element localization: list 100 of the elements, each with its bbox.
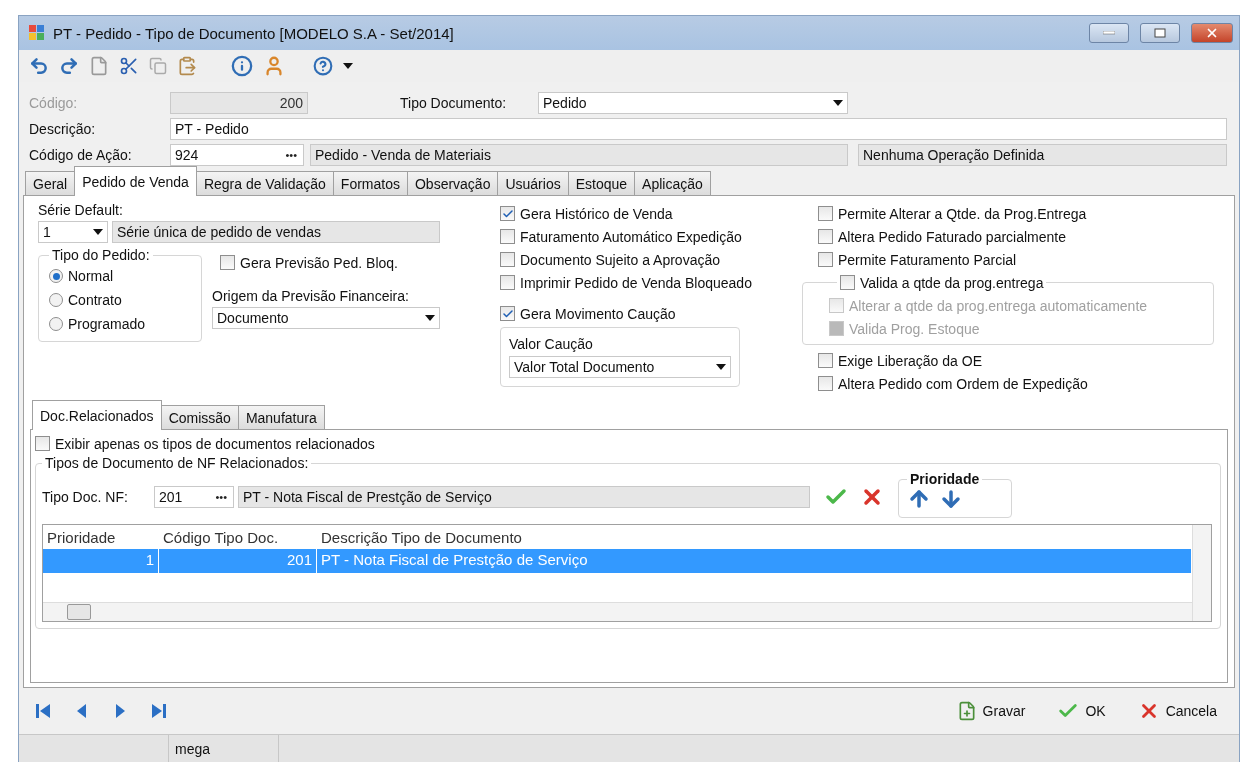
field-label: Tipo Documento: xyxy=(400,95,508,111)
operation-field: Nenhuma Operação Definida xyxy=(858,144,1227,166)
tab[interactable]: Pedido de Venda xyxy=(74,166,197,196)
radio-button[interactable] xyxy=(49,293,63,307)
close-button[interactable] xyxy=(1191,23,1233,43)
checkbox-label: Permite Alterar a Qtde. da Prog.Entrega xyxy=(838,205,1087,222)
maximize-icon xyxy=(1154,28,1166,38)
column-header[interactable]: Código Tipo Doc. xyxy=(159,525,317,549)
checkbox[interactable] xyxy=(840,275,855,290)
column-header[interactable]: Descrição Tipo de Documento xyxy=(317,525,1192,549)
field-label: Tipo Doc. NF: xyxy=(42,489,129,505)
tab[interactable]: Usuários xyxy=(497,171,569,196)
checkbox[interactable] xyxy=(500,206,515,221)
checkbox-label: Exibir apenas os tipos de documentos relacionados xyxy=(55,435,375,452)
maximize-button[interactable] xyxy=(1140,23,1180,43)
checkbox[interactable] xyxy=(500,229,515,244)
vertical-scrollbar[interactable] xyxy=(1192,525,1211,621)
field-label: Série Default: xyxy=(38,202,124,218)
tab[interactable]: Observação xyxy=(406,171,499,196)
series-description-field: Série única de pedido de vendas xyxy=(112,221,440,243)
nf-description-field: PT - Nota Fiscal de Prestção de Serviço xyxy=(238,486,810,508)
undo-icon[interactable] xyxy=(29,56,49,76)
field-label: Código de Ação: xyxy=(29,147,133,163)
action-description-field: Pedido - Venda de Materiais xyxy=(310,144,848,166)
horizontal-scrollbar[interactable] xyxy=(43,602,1192,621)
nf-type-field[interactable]: 201 ••• xyxy=(154,486,234,508)
field-label: Origem da Previsão Financeira: xyxy=(212,288,410,304)
caret-icon[interactable] xyxy=(343,63,353,69)
cancel-button[interactable]: Cancela xyxy=(1131,696,1223,726)
action-code-field[interactable]: 924 ••• xyxy=(170,144,304,166)
column-header[interactable]: Prioridade xyxy=(43,525,159,549)
radio-button[interactable] xyxy=(49,269,63,283)
checkbox-label: Imprimir Pedido de Venda Bloqueado xyxy=(520,274,752,291)
checkbox[interactable] xyxy=(818,206,833,221)
checkbox-label: Faturamento Automático Expedição xyxy=(520,228,742,245)
caret-icon xyxy=(93,229,103,235)
info-icon[interactable] xyxy=(231,55,253,77)
caret-icon xyxy=(425,315,435,321)
minimize-icon xyxy=(1103,31,1115,35)
series-dropdown[interactable]: 1 xyxy=(38,221,108,243)
tab[interactable]: Manufatura xyxy=(237,405,325,430)
checkbox[interactable] xyxy=(500,306,515,321)
checkbox[interactable] xyxy=(818,252,833,267)
last-record-icon[interactable] xyxy=(149,702,167,720)
checkbox-label: Altera Pedido com Ordem de Expedição xyxy=(838,375,1088,392)
window-title: PT - Pedido - Tipo de Documento [MODELO S.A - Set/2014] xyxy=(53,24,455,42)
redo-icon[interactable] xyxy=(59,56,79,76)
copy-icon[interactable] xyxy=(149,57,167,75)
checkbox-label: Documento Sujeito a Aprovação xyxy=(520,251,720,268)
checkbox-label: Exige Liberação da OE xyxy=(838,352,982,369)
checkbox-label: Altera Pedido Faturado parcialmente xyxy=(838,228,1067,245)
checkbox[interactable] xyxy=(818,229,833,244)
checkbox[interactable] xyxy=(220,255,235,270)
arrow-up-icon[interactable] xyxy=(907,487,931,511)
checkbox[interactable] xyxy=(35,436,50,451)
checkbox[interactable] xyxy=(500,252,515,267)
field-label: Descrição: xyxy=(29,121,97,137)
checkbox[interactable] xyxy=(818,353,833,368)
field-label: Valor Caução xyxy=(509,336,594,352)
group-title: Tipo do Pedido: xyxy=(51,247,151,263)
group-title: Prioridade xyxy=(909,471,981,487)
ok-button[interactable]: OK xyxy=(1051,696,1112,726)
arrow-down-icon[interactable] xyxy=(939,487,963,511)
paste-icon[interactable] xyxy=(177,56,197,76)
tab[interactable]: Aplicação xyxy=(634,171,711,196)
lookup-button[interactable]: ••• xyxy=(283,149,299,161)
cut-icon[interactable] xyxy=(119,56,139,76)
checkbox-label: Gera Histórico de Venda xyxy=(520,205,673,222)
checkbox-label: Valida Prog. Estoque xyxy=(849,320,980,337)
app-icon xyxy=(29,25,45,41)
user-icon[interactable] xyxy=(263,55,285,77)
financial-origin-dropdown[interactable]: Documento xyxy=(212,307,440,329)
document-type-dropdown[interactable]: Pedido xyxy=(538,92,848,114)
checkbox[interactable] xyxy=(500,275,515,290)
deposit-value-dropdown[interactable]: Valor Total Documento xyxy=(509,356,731,378)
radio-button[interactable] xyxy=(49,317,63,331)
tab[interactable]: Geral xyxy=(25,171,76,196)
tab[interactable]: Doc.Relacionados xyxy=(32,400,162,430)
radio-label: Normal xyxy=(68,268,114,284)
checkbox-label: Gera Movimento Caução xyxy=(520,305,676,322)
lookup-button[interactable]: ••• xyxy=(213,491,229,503)
tab[interactable]: Comissão xyxy=(160,405,239,430)
radio-label: Programado xyxy=(68,316,146,332)
help-icon[interactable] xyxy=(313,56,333,76)
close-icon xyxy=(1205,26,1219,40)
caret-icon xyxy=(833,100,843,106)
checkbox-label: Permite Faturamento Parcial xyxy=(838,251,1017,268)
tab[interactable]: Regra de Validação xyxy=(195,171,334,196)
description-field[interactable]: PT - Pedido xyxy=(170,118,1227,140)
first-record-icon[interactable] xyxy=(35,702,53,720)
tab[interactable]: Estoque xyxy=(567,171,636,196)
field-label: Código: xyxy=(29,95,79,111)
radio-label: Contrato xyxy=(68,292,122,308)
group-title: Tipos de Documento de NF Relacionados: xyxy=(44,455,310,471)
checkbox-label: Alterar a qtde da prog.entrega automaticamente xyxy=(849,297,1148,314)
checkbox[interactable] xyxy=(818,376,833,391)
document-icon[interactable] xyxy=(89,56,109,76)
minimize-button[interactable] xyxy=(1089,23,1129,43)
tab[interactable]: Formatos xyxy=(332,171,408,196)
save-button[interactable]: Gravar xyxy=(950,697,1032,725)
